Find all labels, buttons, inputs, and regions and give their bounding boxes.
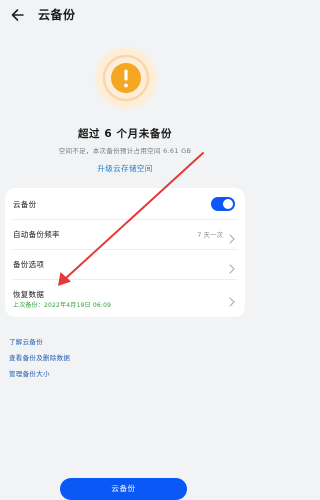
auto-frequency-value: 7 天一次 bbox=[197, 231, 223, 239]
auto-frequency-label: 自动备份频率 bbox=[13, 230, 60, 239]
manage-backup-size-link[interactable]: 管理备份大小 bbox=[9, 368, 50, 378]
status-title: 超过 6 个月未备份 bbox=[77, 128, 173, 140]
restore-data-row[interactable]: 恢复数据 上次备份：2022年4月19日 06:09 bbox=[5, 280, 245, 314]
header-bar: 云备份 bbox=[0, 0, 250, 30]
chevron-right-icon bbox=[229, 259, 235, 274]
back-arrow-icon[interactable] bbox=[8, 4, 30, 26]
backup-options-row[interactable]: 备份选项 bbox=[5, 250, 245, 278]
cloud-backup-button[interactable]: 云备份 bbox=[60, 478, 187, 500]
warning-icon bbox=[94, 46, 158, 110]
chevron-right-icon bbox=[229, 229, 235, 244]
auto-frequency-row[interactable]: 自动备份频率 7 天一次 bbox=[5, 220, 245, 248]
page-title: 云备份 bbox=[38, 8, 76, 22]
cloud-backup-page: 云备份 超过 6 个月未备份 空间不足，本次备份预计占用空间 6.61 GB 升… bbox=[0, 0, 250, 500]
settings-card: 云备份 自动备份频率 7 天一次 备份选项 恢复数据 上次备份：2022年4月1… bbox=[5, 188, 245, 317]
restore-data-label: 恢复数据 bbox=[13, 290, 45, 299]
backup-options-label: 备份选项 bbox=[13, 260, 45, 269]
toggle-knob bbox=[223, 199, 233, 209]
cloud-backup-label: 云备份 bbox=[13, 200, 37, 209]
cloud-backup-toggle[interactable] bbox=[211, 197, 235, 211]
cloud-backup-row: 云备份 bbox=[5, 190, 245, 218]
view-backups-link[interactable]: 查看备份及删除数据 bbox=[9, 352, 70, 362]
status-description: 空间不足，本次备份预计占用空间 6.61 GB bbox=[58, 147, 192, 155]
learn-cloud-backup-link[interactable]: 了解云备份 bbox=[9, 336, 43, 346]
last-backup-time: 上次备份：2022年4月19日 06:09 bbox=[13, 302, 112, 309]
upgrade-storage-link[interactable]: 升级云存储空间 bbox=[0, 163, 250, 174]
chevron-right-icon bbox=[229, 292, 235, 307]
